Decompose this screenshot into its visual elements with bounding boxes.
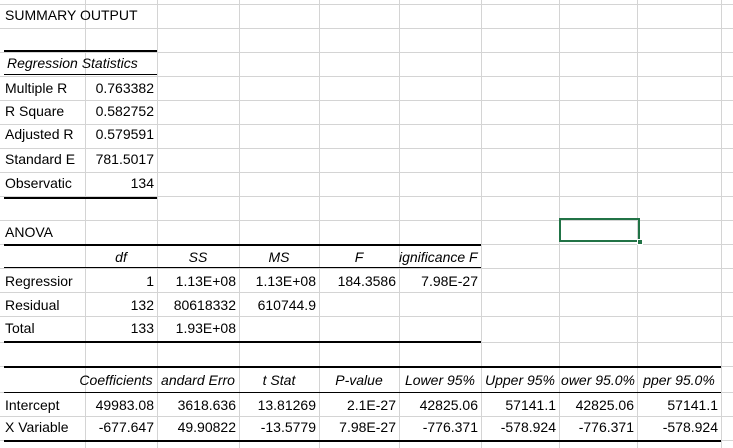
anova-title: ANOVA [5, 224, 53, 240]
anova-row-label: Residual [5, 297, 60, 313]
coef-value: 49.90822 [177, 419, 236, 435]
anova-col-header: SS [188, 249, 208, 265]
anova-ss: 80618332 [173, 297, 236, 313]
anova-f: 184.3586 [337, 273, 396, 289]
coef-value: -13.5779 [260, 419, 316, 435]
regstats-label: Multiple R [5, 80, 68, 96]
anova-significance: 7.98E-27 [421, 273, 478, 289]
anova-row-label: Total [5, 320, 35, 336]
coef-value: 3618.636 [177, 397, 236, 413]
coef-value: -578.924 [662, 419, 718, 435]
regstats-value: 781.5017 [95, 151, 154, 167]
coef-col-header: pper 95.0% [643, 372, 715, 388]
regstats-label: R Square [5, 103, 65, 119]
coef-col-header: t Stat [262, 372, 296, 388]
coef-value: 2.1E-27 [346, 397, 396, 413]
active-cell-selection[interactable] [559, 218, 640, 242]
coef-bottom-border [4, 440, 721, 442]
coef-col-header: andard Erro [161, 372, 235, 388]
anova-col-header: df [115, 249, 127, 265]
coef-value: -677.647 [98, 419, 154, 435]
regstats-header: Regression Statistics [7, 55, 138, 71]
anova-bottom-border [4, 341, 481, 343]
coef-value: 57141.1 [667, 397, 718, 413]
anova-header-border [4, 267, 481, 268]
regstats-label: Standard E [5, 151, 76, 167]
anova-df: 1 [146, 273, 154, 289]
coef-value: 7.98E-27 [339, 419, 396, 435]
coef-row-label: X Variable [5, 419, 69, 435]
regstats-header-border [4, 74, 157, 75]
summary-output-title: SUMMARY OUTPUT [5, 7, 138, 23]
coef-value: -776.371 [578, 419, 634, 435]
coef-value: 42825.06 [575, 397, 634, 413]
regstats-value: 134 [130, 175, 154, 191]
regstats-label: Adjusted R [5, 126, 74, 142]
coef-col-header: ower 95.0% [561, 372, 635, 388]
coef-col-header: Upper 95% [484, 372, 556, 388]
coef-value: 49983.08 [95, 397, 154, 413]
coef-value: 42825.06 [419, 397, 478, 413]
regstats-value: 0.579591 [95, 126, 154, 142]
coef-header-border [4, 392, 721, 393]
anova-ms: 1.13E+08 [255, 273, 316, 289]
coef-col-header: P-value [335, 372, 383, 388]
regstats-value: 0.582752 [95, 103, 154, 119]
coef-value: 13.81269 [257, 397, 316, 413]
anova-row-label: Regressior [5, 273, 73, 289]
coef-row-label: Intercept [5, 397, 60, 413]
anova-col-header: MS [268, 249, 290, 265]
coef-col-header: Lower 95% [404, 372, 476, 388]
anova-df: 133 [130, 320, 154, 336]
coef-top-border [4, 366, 721, 368]
regstats-label: Observatic [5, 175, 72, 191]
anova-col-header: F [354, 249, 364, 265]
anova-col-header: ignificance F [399, 249, 478, 265]
regstats-bottom-border [4, 197, 157, 199]
anova-ms: 610744.9 [257, 297, 316, 313]
anova-ss: 1.93E+08 [175, 320, 236, 336]
coef-value: 57141.1 [505, 397, 556, 413]
coef-value: -776.371 [422, 419, 478, 435]
regstats-value: 0.763382 [95, 80, 154, 96]
anova-ss: 1.13E+08 [175, 273, 236, 289]
anova-df: 132 [130, 297, 154, 313]
fill-handle[interactable] [637, 239, 643, 245]
coef-col-header: Coefficients [79, 372, 153, 388]
coef-value: -578.924 [500, 419, 556, 435]
